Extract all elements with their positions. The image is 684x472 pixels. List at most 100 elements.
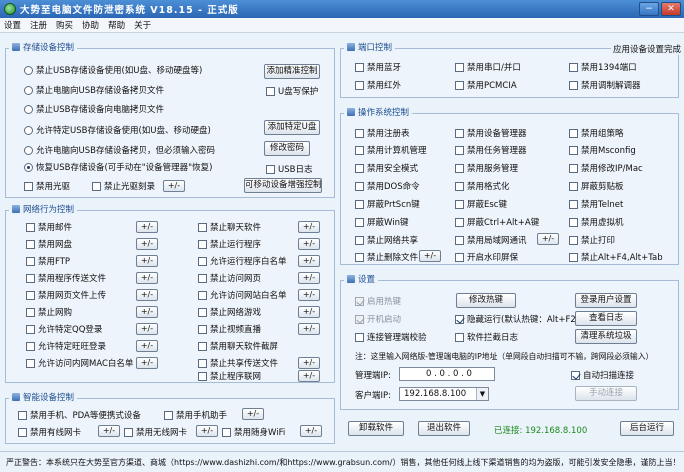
os-col2-1[interactable]: 禁用任务管理器 [455,144,527,156]
client-ip-select[interactable]: 192.168.8.100 ▼ [399,387,489,401]
radio-block-pc-to-usb[interactable]: 禁止电脑向USB存储设备拷贝文件 [24,84,164,96]
net-left-1-config[interactable]: +/- [136,238,158,250]
net-right-6[interactable]: 禁止视频直播 [198,323,261,335]
net-right-4[interactable]: 允许访问网站白名单 [198,289,287,301]
radio-restore-usb[interactable]: 恢复USB存储设备(可手动在"设备管理器"恢复) [24,161,212,173]
exit-button[interactable]: 退出软件 [418,421,470,436]
os-col2-5[interactable]: 屏蔽Ctrl+Alt+A键 [455,216,539,228]
udisk-write-protect-checkbox[interactable]: U盘写保护 [266,85,318,97]
uninstall-button[interactable]: 卸载软件 [348,421,404,436]
net-left-6[interactable]: 允许特定QQ登录 [26,323,102,335]
radio-allow-copy-password[interactable]: 允许电脑向USB存储设备拷贝，但必须输入密码 [24,144,215,156]
radio-block-usb[interactable]: 禁止USB存储设备使用(如U盘、移动硬盘等) [24,64,202,76]
menu-about[interactable]: 关于 [134,19,151,31]
net-left-8-config[interactable]: +/- [136,357,158,369]
auto-scan-checkbox[interactable]: 自动扫描连接 [571,369,634,381]
usb-log-checkbox[interactable]: USB日志 [266,163,312,175]
net-right-4-config[interactable]: +/- [298,289,320,301]
port-item-pcmcia[interactable]: 禁用PCMCIA [455,79,517,91]
close-button[interactable]: ✕ [661,2,681,16]
net-right-9-config[interactable]: +/- [298,370,320,382]
net-right-8-config[interactable]: +/- [298,357,320,369]
menu-help[interactable]: 帮助 [108,19,125,31]
net-left-4[interactable]: 禁用网页文件上传 [26,289,106,301]
menu-settings[interactable]: 设置 [4,19,21,31]
os-col1-0[interactable]: 禁用注册表 [355,127,410,139]
net-right-1[interactable]: 禁止运行程序 [198,238,261,250]
os-col3-4[interactable]: 禁用Telnet [569,198,623,210]
os-col2-4[interactable]: 屏蔽Esc键 [455,198,507,210]
net-right-2-config[interactable]: +/- [298,255,320,267]
net-left-5[interactable]: 禁止网购 [26,306,72,318]
menu-assist[interactable]: 协助 [82,19,99,31]
smart-item-1[interactable]: 禁用手机助手 [164,409,227,421]
os-col1-1[interactable]: 禁用计算机管理 [355,144,427,156]
os-col2-0[interactable]: 禁用设备管理器 [455,127,527,139]
net-left-1[interactable]: 禁用网盘 [26,238,72,250]
smart-item-3[interactable]: 禁用无线网卡 [124,426,187,438]
net-left-0-config[interactable]: +/- [136,221,158,233]
net-right-0[interactable]: 禁止聊天软件 [198,221,261,233]
block-log-checkbox[interactable]: 软件拦截日志 [455,331,518,343]
net-right-8[interactable]: 禁止共享传送文件 [198,357,278,369]
port-item-infrared[interactable]: 禁用红外 [355,79,401,91]
manager-ip-input[interactable]: 0 . 0 . 0 . 0 [399,367,495,381]
smart-item-2[interactable]: 禁用有线网卡 [18,426,81,438]
net-right-3[interactable]: 禁止访问网页 [198,272,261,284]
os-col2-3[interactable]: 禁用格式化 [455,180,510,192]
change-hotkey-button[interactable]: 修改热键 [456,293,516,308]
net-right-0-config[interactable]: +/- [298,221,320,233]
smart-item-1-config[interactable]: +/- [242,408,264,420]
radio-allow-specific-usb[interactable]: 允许特定USB存储设备使用(如U盘、移动硬盘) [24,124,211,136]
autostart-checkbox[interactable]: 开机启动 [355,313,401,325]
os-col3-5[interactable]: 禁用虚拟机 [569,216,624,228]
os-col1-2[interactable]: 禁用安全模式 [355,162,418,174]
add-precise-control-button[interactable]: 添加精准控制 [264,64,320,79]
manual-connect-button[interactable]: 手动连接 [575,386,637,401]
delete-file-config-button[interactable]: +/- [419,250,441,262]
os-col3-7[interactable]: 禁止Alt+F4,Alt+Tab [569,251,663,263]
net-left-3[interactable]: 禁用程序传送文件 [26,272,106,284]
net-left-0[interactable]: 禁用邮件 [26,221,72,233]
burn-config-button[interactable]: +/- [163,180,185,192]
port-item-modem[interactable]: 禁用调制解调器 [569,79,641,91]
net-right-5[interactable]: 禁止网络游戏 [198,306,261,318]
net-left-6-config[interactable]: +/- [136,323,158,335]
view-log-button[interactable]: 查看日志 [575,311,637,326]
net-right-3-config[interactable]: +/- [298,272,320,284]
net-left-3-config[interactable]: +/- [136,272,158,284]
smart-item-4-config[interactable]: +/- [300,425,322,437]
net-left-7[interactable]: 允许特定旺旺登录 [26,340,106,352]
net-left-8[interactable]: 允许访问内网MAC白名单 [26,357,133,369]
lan-comm-config-button[interactable]: +/- [537,233,559,245]
os-col3-6[interactable]: 禁止打印 [569,234,615,246]
radio-block-usb-to-pc[interactable]: 禁止USB存储设备向电脑拷贝文件 [24,103,164,115]
add-specific-udisk-button[interactable]: 添加特定U盘 [264,120,320,135]
smart-item-0[interactable]: 禁用手机、PDA等便携式设备 [18,409,141,421]
net-right-7[interactable]: 禁用聊天软件截屏 [198,340,278,352]
net-right-9[interactable]: 禁止程序联网 [198,370,261,382]
net-left-2[interactable]: 禁用FTP [26,255,70,267]
net-right-6-config[interactable]: +/- [298,323,320,335]
net-right-5-config[interactable]: +/- [298,306,320,318]
login-user-settings-button[interactable]: 登录用户设置 [575,293,637,308]
background-run-button[interactable]: 后台运行 [620,421,674,436]
minimize-button[interactable]: − [639,2,659,16]
smart-item-2-config[interactable]: +/- [98,425,120,437]
os-col3-1[interactable]: 禁用Msconfig [569,144,636,156]
os-col1-7[interactable]: 禁止删除文件 [355,251,418,263]
change-password-button[interactable]: 修改密码 [264,141,310,156]
os-col3-0[interactable]: 禁用组策略 [569,127,624,139]
menu-register[interactable]: 注册 [30,19,47,31]
port-item-bluetooth[interactable]: 禁用蓝牙 [355,61,401,73]
port-item-serial[interactable]: 禁用串口/并口 [455,61,521,73]
net-left-4-config[interactable]: +/- [136,289,158,301]
net-right-2[interactable]: 允许运行程序白名单 [198,255,287,267]
net-left-2-config[interactable]: +/- [136,255,158,267]
enable-hotkey-checkbox[interactable]: 启用热键 [355,295,401,307]
hidden-run-checkbox[interactable]: 隐藏运行(默认热键：Alt+F2) [455,313,579,325]
menu-buy[interactable]: 购买 [56,19,73,31]
net-left-5-config[interactable]: +/- [136,306,158,318]
os-col2-7[interactable]: 开启水印屏保 [455,251,518,263]
port-item-1394[interactable]: 禁用1394端口 [569,61,637,73]
